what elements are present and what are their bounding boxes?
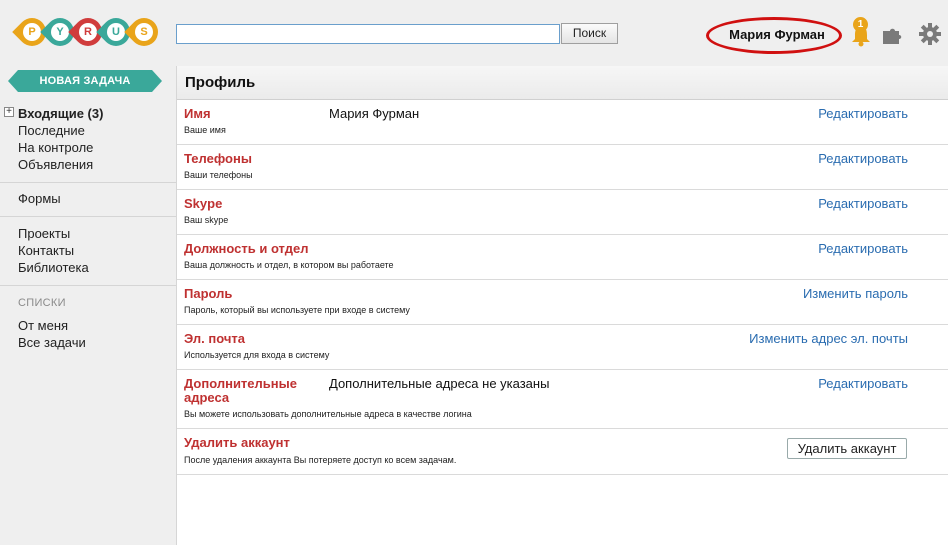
search-input[interactable]	[176, 24, 560, 44]
row-label: Имя	[184, 106, 211, 121]
row-value: Дополнительные адреса не указаны	[329, 376, 550, 391]
new-task-button[interactable]: НОВАЯ ЗАДАЧА	[8, 70, 162, 92]
edit-phones-link[interactable]: Редактировать	[818, 152, 908, 166]
profile-row-name: Имя Ваше имя Мария Фурман Редактировать	[177, 100, 948, 145]
sidebar-item-forms[interactable]: Формы	[0, 190, 176, 207]
row-label: Эл. почта	[184, 331, 246, 346]
puzzle-icon[interactable]	[882, 27, 904, 45]
sidebar-item-library[interactable]: Библиотека	[0, 259, 176, 276]
row-description: Используется для входа в систему	[184, 350, 330, 360]
row-value: Мария Фурман	[329, 106, 420, 121]
sidebar-group-projects: Проекты Контакты Библиотека	[0, 225, 176, 276]
search-button[interactable]: Поиск	[561, 23, 618, 44]
change-email-link[interactable]: Изменить адрес эл. почты	[749, 332, 908, 346]
sidebar-group-forms: Формы	[0, 190, 176, 207]
profile-row-password: Пароль Пароль, который вы используете пр…	[177, 280, 948, 325]
profile-row-position: Должность и отдел Ваша должность и отдел…	[177, 235, 948, 280]
sidebar-item-inbox[interactable]: Входящие (3)	[0, 105, 176, 122]
delete-account-button[interactable]: Удалить аккаунт	[787, 438, 907, 459]
row-description: Ваш skype	[184, 215, 229, 225]
row-label: Телефоны	[184, 151, 252, 166]
sidebar-group-main: + Входящие (3) Последние На контроле Объ…	[0, 105, 176, 173]
expand-icon[interactable]: +	[4, 107, 14, 117]
sidebar-item-from-me[interactable]: От меня	[0, 317, 176, 334]
edit-name-link[interactable]: Редактировать	[818, 107, 908, 121]
sidebar-divider	[0, 182, 176, 183]
edit-extra-addresses-link[interactable]: Редактировать	[818, 377, 908, 391]
row-description: Пароль, который вы используете при входе…	[184, 305, 410, 315]
profile-row-skype: Skype Ваш skype Редактировать	[177, 190, 948, 235]
sidebar-item-recent[interactable]: Последние	[0, 122, 176, 139]
lists-caption: СПИСКИ	[18, 297, 66, 309]
change-password-link[interactable]: Изменить пароль	[803, 287, 908, 301]
sidebar-group-lists: От меня Все задачи	[0, 317, 176, 351]
top-header: P Y R U S Поиск Мария Фурман 1	[0, 0, 948, 66]
row-label: Удалить аккаунт	[184, 435, 290, 450]
row-label: Skype	[184, 196, 223, 211]
row-description: Вы можете использовать дополнительные ад…	[184, 409, 472, 419]
sidebar-item-tracked[interactable]: На контроле	[0, 139, 176, 156]
sidebar-item-announcements[interactable]: Объявления	[0, 156, 176, 173]
profile-row-extra-addresses: Дополнительные адреса Вы можете использо…	[177, 370, 948, 429]
profile-row-email: Эл. почта Используется для входа в систе…	[177, 325, 948, 370]
sidebar-item-projects[interactable]: Проекты	[0, 225, 176, 242]
profile-row-delete-account: Удалить аккаунт После удаления аккаунта …	[177, 429, 948, 475]
notification-badge: 1	[853, 17, 868, 32]
profile-panel: Профиль Имя Ваше имя Мария Фурман Редакт…	[176, 66, 948, 545]
gear-icon[interactable]	[918, 22, 942, 46]
pyrus-logo[interactable]: P Y R U S	[12, 12, 164, 52]
row-description: Ваше имя	[184, 125, 226, 135]
row-description: После удаления аккаунта Вы потеряете дос…	[184, 455, 457, 465]
row-label: Пароль	[184, 286, 233, 301]
sidebar-item-contacts[interactable]: Контакты	[0, 242, 176, 259]
edit-skype-link[interactable]: Редактировать	[818, 197, 908, 211]
logo-letter-s: S	[124, 12, 164, 52]
row-label: Должность и отдел	[184, 241, 309, 256]
edit-position-link[interactable]: Редактировать	[818, 242, 908, 256]
sidebar-divider	[0, 216, 176, 217]
profile-row-phones: Телефоны Ваши телефоны Редактировать	[177, 145, 948, 190]
highlight-ellipse	[706, 17, 842, 54]
sidebar-divider	[0, 285, 176, 286]
sidebar-item-all-tasks[interactable]: Все задачи	[0, 334, 176, 351]
row-description: Ваша должность и отдел, в котором вы раб…	[184, 260, 394, 270]
row-description: Ваши телефоны	[184, 170, 253, 180]
page-title: Профиль	[177, 66, 948, 100]
row-label: Дополнительные адреса	[184, 376, 297, 405]
